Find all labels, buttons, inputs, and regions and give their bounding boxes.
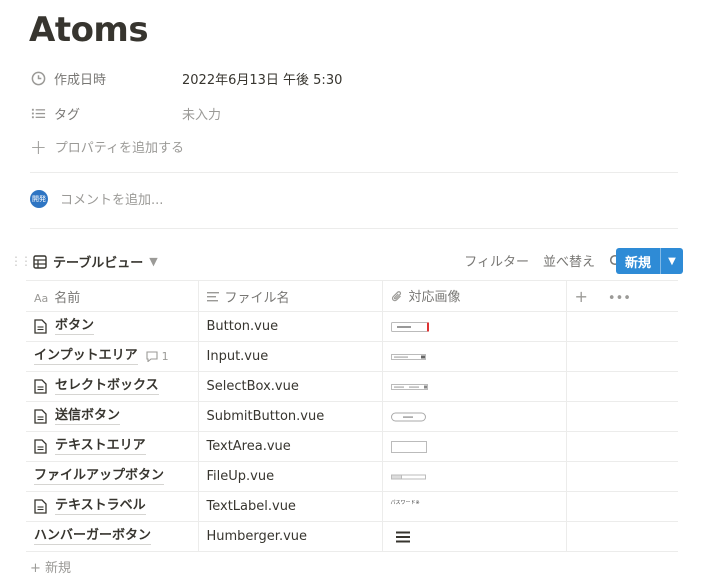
divider xyxy=(30,172,678,173)
page-icon xyxy=(34,409,47,424)
row-name[interactable]: ハンバーガーボタン xyxy=(34,528,152,545)
filter-button[interactable]: フィルター xyxy=(464,251,529,270)
table-row[interactable]: テキストラベル TextLabel.vue パスワード※ xyxy=(26,491,678,522)
page-icon xyxy=(34,379,47,394)
column-header-file[interactable]: ファイル名 xyxy=(197,280,382,312)
row-file[interactable]: TextArea.vue xyxy=(197,431,382,462)
property-tags[interactable]: タグ 未入力 xyxy=(30,100,221,126)
property-created-time[interactable]: 作成日時 2022年6月13日 午後 5:30 xyxy=(30,65,342,91)
row-image[interactable]: パスワード※ xyxy=(381,491,566,522)
table-row[interactable]: ファイルアップボタン FileUp.vue xyxy=(26,461,678,492)
row-image[interactable] xyxy=(381,431,566,462)
divider xyxy=(30,228,678,229)
row-image[interactable] xyxy=(381,521,566,552)
chevron-down-icon: ▼ xyxy=(149,255,158,268)
column-header-image[interactable]: 対応画像 xyxy=(381,280,566,312)
clock-icon xyxy=(30,70,46,86)
database-table: Aa 名前 ファイル名 対応画像 + ••• ボタン Button.vue インプッ… xyxy=(26,280,678,552)
add-property-button[interactable]: + プロパティを追加する xyxy=(30,134,184,159)
row-name[interactable]: テキストエリア xyxy=(55,438,146,455)
comment-placeholder[interactable]: コメントを追加... xyxy=(60,189,163,208)
text-icon: Aa xyxy=(34,291,49,305)
row-image[interactable] xyxy=(381,311,566,342)
textarea-thumbnail xyxy=(390,440,427,453)
more-icon[interactable]: ••• xyxy=(608,291,631,306)
row-image[interactable] xyxy=(381,401,566,432)
add-column-icon[interactable]: + xyxy=(575,287,588,306)
property-name: 作成日時 xyxy=(54,72,107,88)
table-header-row: Aa 名前 ファイル名 対応画像 + ••• xyxy=(26,280,678,312)
row-file[interactable]: TextLabel.vue xyxy=(197,491,382,522)
row-file[interactable]: Humberger.vue xyxy=(197,521,382,552)
select-thumbnail xyxy=(390,383,428,390)
row-image[interactable] xyxy=(381,341,566,372)
row-name[interactable]: テキストラベル xyxy=(55,498,146,515)
add-property-label: プロパティを追加する xyxy=(54,141,184,156)
plus-icon: + xyxy=(30,561,46,576)
row-name[interactable]: ボタン xyxy=(55,318,95,335)
view-tab[interactable]: テーブルビュー ▼ xyxy=(33,252,158,271)
comment-icon xyxy=(146,351,158,362)
row-file[interactable]: Input.vue xyxy=(197,341,382,372)
row-name[interactable]: 送信ボタン xyxy=(55,408,121,425)
database-header: ⋮⋮ テーブルビュー ▼ フィルター 並べ替え 新規 ▼ xyxy=(0,248,720,276)
row-file[interactable]: SubmitButton.vue xyxy=(197,401,382,432)
row-name[interactable]: インプットエリア xyxy=(34,348,138,365)
drag-handle-icon[interactable]: ⋮⋮ xyxy=(10,254,32,268)
table-icon xyxy=(33,254,47,269)
row-file[interactable]: Button.vue xyxy=(197,311,382,342)
table-row[interactable]: インプットエリア 1 Input.vue xyxy=(26,341,678,372)
avatar: 開発 xyxy=(30,189,48,208)
lines-icon xyxy=(206,291,219,305)
property-value[interactable]: 未入力 xyxy=(182,104,221,123)
sort-button[interactable]: 並べ替え xyxy=(543,251,595,270)
page-icon xyxy=(34,319,47,334)
view-label: テーブルビュー xyxy=(53,256,144,271)
page-title[interactable]: Atoms xyxy=(29,10,149,50)
table-row[interactable]: ボタン Button.vue xyxy=(26,311,678,342)
row-file[interactable]: FileUp.vue xyxy=(197,461,382,492)
submit-thumbnail xyxy=(390,412,426,421)
hamburger-icon xyxy=(395,531,410,542)
fileup-thumbnail xyxy=(390,474,426,479)
page-icon xyxy=(34,499,47,514)
table-row[interactable]: テキストエリア TextArea.vue xyxy=(26,431,678,462)
table-row[interactable]: セレクトボックス SelectBox.vue xyxy=(26,371,678,402)
input-thumbnail xyxy=(390,353,426,360)
table-row[interactable]: ハンバーガーボタン Humberger.vue xyxy=(26,521,678,552)
property-value: 2022年6月13日 午後 5:30 xyxy=(182,72,343,88)
add-row-button[interactable]: + 新規 xyxy=(30,557,71,576)
comment-count[interactable]: 1 xyxy=(146,350,169,363)
new-button[interactable]: 新規 ▼ xyxy=(616,248,684,274)
column-header-add: + ••• xyxy=(565,280,678,312)
list-icon xyxy=(30,105,46,121)
table-row[interactable]: 送信ボタン SubmitButton.vue xyxy=(26,401,678,432)
row-name[interactable]: ファイルアップボタン xyxy=(34,468,165,485)
row-file[interactable]: SelectBox.vue xyxy=(197,371,382,402)
plus-icon: + xyxy=(30,134,47,159)
comment-input[interactable]: 開発 コメントを追加... xyxy=(30,189,163,208)
page-icon xyxy=(34,439,47,454)
button-thumbnail xyxy=(390,321,429,332)
row-image[interactable] xyxy=(381,371,566,402)
row-name[interactable]: セレクトボックス xyxy=(55,378,159,395)
property-name: タグ xyxy=(54,107,81,123)
row-image[interactable] xyxy=(381,461,566,492)
attachment-icon xyxy=(391,290,403,306)
label-thumbnail: パスワード※ xyxy=(390,499,420,506)
new-button-label[interactable]: 新規 xyxy=(616,248,661,274)
chevron-down-icon[interactable]: ▼ xyxy=(660,248,684,274)
column-header-name[interactable]: Aa 名前 xyxy=(26,280,198,312)
